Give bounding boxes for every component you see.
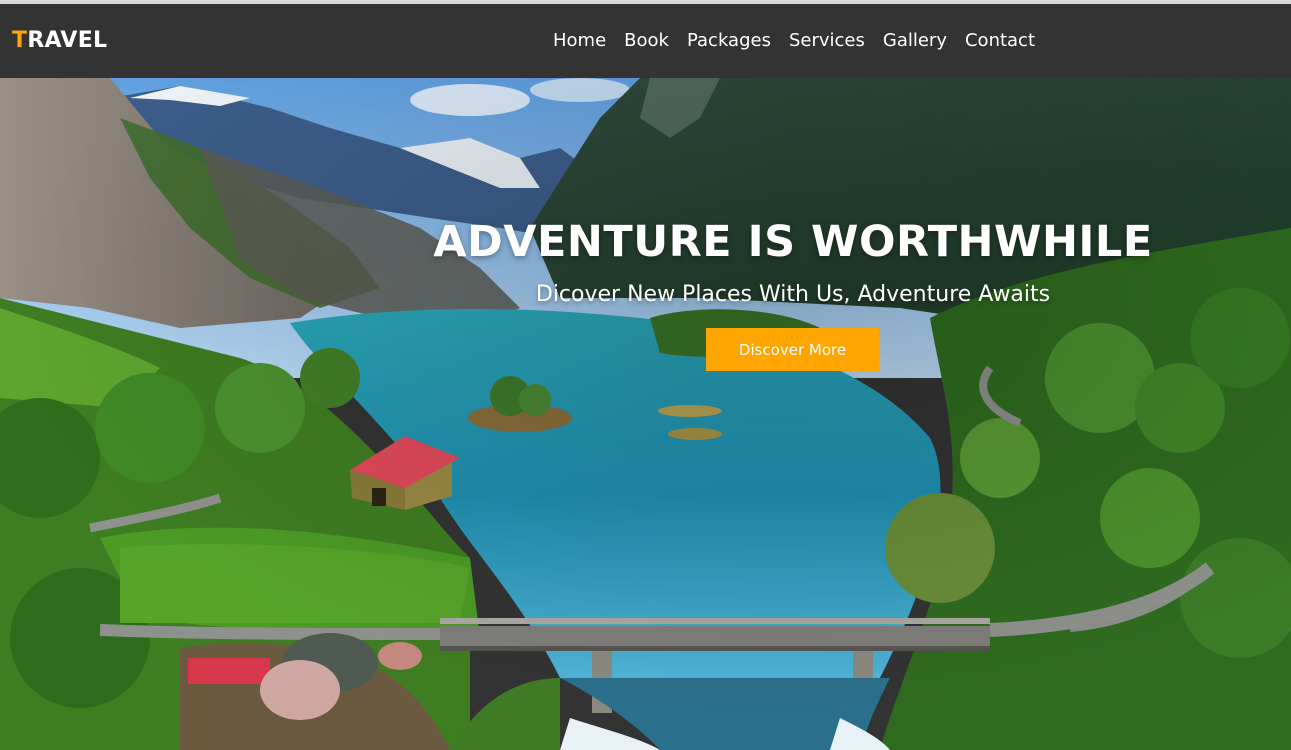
main-nav: Home Book Packages Services Gallery Cont… [553,30,1053,51]
nav-packages[interactable]: Packages [687,30,771,51]
nav-book[interactable]: Book [624,30,669,51]
hero-background-image [0,78,1291,750]
logo-text: RAVEL [27,28,108,53]
navbar: TRAVEL Home Book Packages Services Galle… [0,4,1291,78]
hero-section: ADVENTURE IS WORTHWHILE Dicover New Plac… [0,78,1291,750]
nav-gallery[interactable]: Gallery [883,30,947,51]
discover-more-button[interactable]: Discover More [706,328,879,371]
hero-title: ADVENTURE IS WORTHWHILE [433,217,1153,267]
nav-contact[interactable]: Contact [965,30,1035,51]
brand-logo[interactable]: TRAVEL [12,28,107,53]
hero-subtitle: Dicover New Places With Us, Adventure Aw… [535,282,1051,307]
nav-home[interactable]: Home [553,30,606,51]
nav-services[interactable]: Services [789,30,865,51]
logo-first-letter: T [12,28,28,53]
